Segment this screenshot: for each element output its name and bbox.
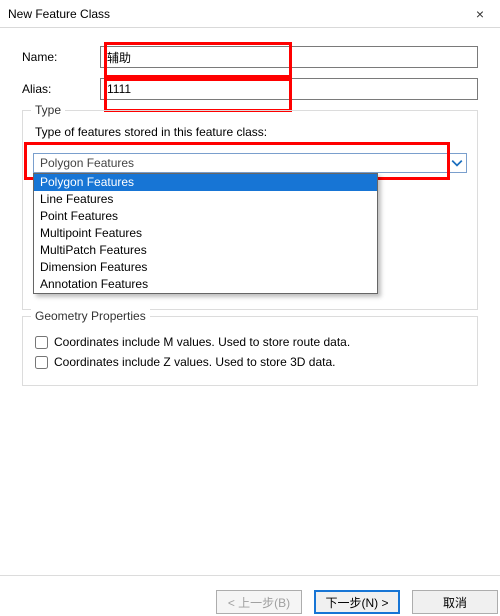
alias-row: Alias: xyxy=(22,78,478,100)
feature-type-option[interactable]: Polygon Features xyxy=(34,174,377,191)
cancel-button[interactable]: 取消 xyxy=(412,590,498,614)
m-values-checkbox[interactable] xyxy=(35,336,48,349)
feature-type-option[interactable]: Multipoint Features xyxy=(34,225,377,242)
name-label: Name: xyxy=(22,50,100,64)
close-button[interactable]: × xyxy=(460,0,500,28)
m-values-row: Coordinates include M values. Used to st… xyxy=(35,335,465,349)
name-input[interactable] xyxy=(100,46,478,68)
dialog-footer: < 上一步(B) 下一步(N) > 取消 xyxy=(0,576,500,616)
type-description: Type of features stored in this feature … xyxy=(35,125,465,139)
name-row: Name: xyxy=(22,46,478,68)
next-button[interactable]: 下一步(N) > xyxy=(314,590,400,614)
feature-type-option[interactable]: MultiPatch Features xyxy=(34,242,377,259)
alias-label: Alias: xyxy=(22,82,100,96)
geometry-properties-group: Geometry Properties Coordinates include … xyxy=(22,316,478,386)
alias-input[interactable] xyxy=(100,78,478,100)
dialog-body: Name: Alias: Type Type of features store… xyxy=(0,28,500,396)
type-group: Type Type of features stored in this fea… xyxy=(22,110,478,310)
titlebar: New Feature Class × xyxy=(0,0,500,28)
z-values-label: Coordinates include Z values. Used to st… xyxy=(54,355,335,369)
type-legend: Type xyxy=(31,103,65,117)
m-values-label: Coordinates include M values. Used to st… xyxy=(54,335,350,349)
window-title: New Feature Class xyxy=(8,7,110,21)
feature-type-option[interactable]: Point Features xyxy=(34,208,377,225)
close-icon: × xyxy=(476,6,484,22)
feature-type-selected[interactable]: Polygon Features xyxy=(33,153,467,173)
feature-type-option[interactable]: Line Features xyxy=(34,191,377,208)
back-button[interactable]: < 上一步(B) xyxy=(216,590,302,614)
z-values-row: Coordinates include Z values. Used to st… xyxy=(35,355,465,369)
chevron-down-icon xyxy=(451,157,463,169)
footer-separator xyxy=(0,575,500,576)
feature-type-option[interactable]: Dimension Features xyxy=(34,259,377,276)
geometry-legend: Geometry Properties xyxy=(31,309,150,323)
feature-type-option[interactable]: Annotation Features xyxy=(34,276,377,293)
feature-type-selected-text: Polygon Features xyxy=(40,156,134,170)
feature-type-dropdown: Polygon FeaturesLine FeaturesPoint Featu… xyxy=(33,173,378,294)
z-values-checkbox[interactable] xyxy=(35,356,48,369)
feature-type-combo[interactable]: Polygon Features Polygon FeaturesLine Fe… xyxy=(33,153,467,173)
